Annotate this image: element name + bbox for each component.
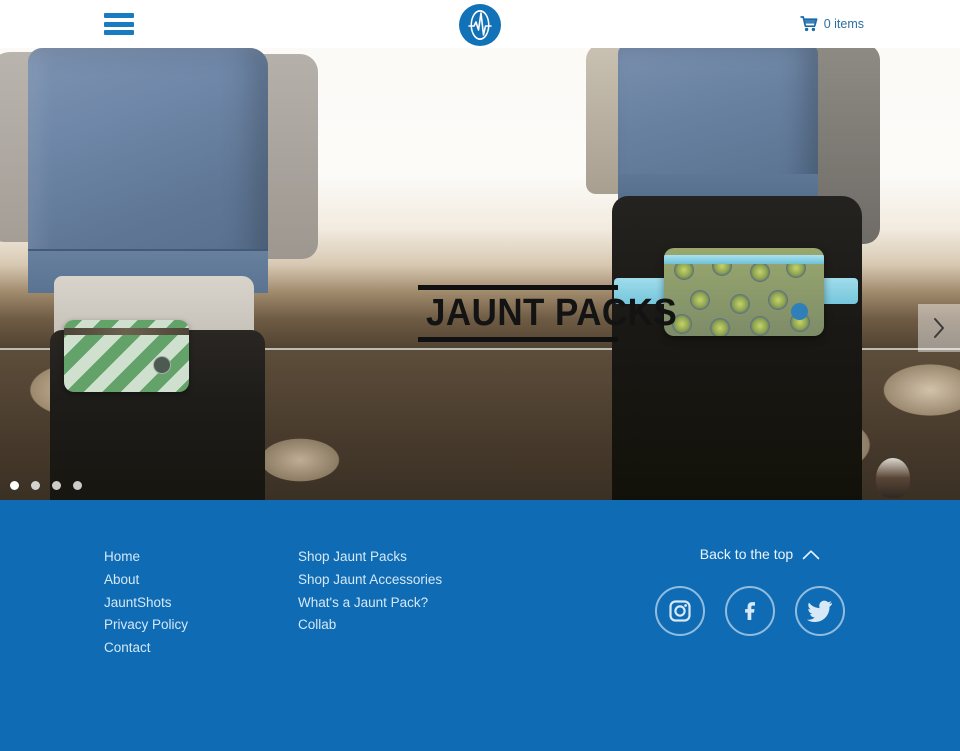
shopping-cart-icon <box>800 16 818 32</box>
chevron-up-icon <box>802 549 820 559</box>
denim-jacket <box>28 48 268 293</box>
instagram-icon <box>669 600 691 622</box>
footer-link-jauntshots[interactable]: JauntShots <box>104 592 298 615</box>
footer-column-primary: Home About JauntShots Privacy Policy Con… <box>104 546 298 660</box>
pack-zipper <box>664 255 824 264</box>
footer-link-privacy-policy[interactable]: Privacy Policy <box>104 614 298 637</box>
person-right <box>586 48 960 500</box>
carousel-dots <box>10 481 82 490</box>
hamburger-bar <box>104 13 134 18</box>
floral-fanny-pack <box>664 248 824 336</box>
jaunt-pulse-logo-icon[interactable] <box>459 4 501 46</box>
denim-jacket <box>618 48 818 204</box>
hero-slide-image <box>0 48 960 500</box>
back-to-top-wrapper: Back to the top <box>665 546 855 564</box>
hamburger-bar <box>104 30 134 35</box>
social-link-facebook[interactable] <box>725 586 775 636</box>
green-fanny-pack <box>64 320 189 392</box>
carousel-next-button[interactable] <box>918 304 960 352</box>
twitter-icon <box>807 600 832 623</box>
footer-column-shop: Shop Jaunt Packs Shop Jaunt Accessories … <box>298 546 558 660</box>
facebook-icon <box>745 602 755 620</box>
footer-link-shop-jaunt-packs[interactable]: Shop Jaunt Packs <box>298 546 558 569</box>
footer-link-contact[interactable]: Contact <box>104 637 298 660</box>
back-to-top-button[interactable]: Back to the top <box>700 546 820 562</box>
hero-slide-title: JAUNT PACKS <box>426 292 678 334</box>
footer-link-about[interactable]: About <box>104 569 298 592</box>
social-links <box>655 586 845 636</box>
pack-zipper <box>64 328 189 335</box>
hero-rule-bottom <box>418 336 618 342</box>
footer-link-shop-jaunt-accessories[interactable]: Shop Jaunt Accessories <box>298 569 558 592</box>
hamburger-bar <box>104 21 134 27</box>
cart-item-count: 0 items <box>823 17 864 31</box>
pack-logo-badge <box>153 356 171 374</box>
carousel-dot-4[interactable] <box>73 481 82 490</box>
hamburger-menu-icon[interactable] <box>104 13 134 35</box>
carousel-dot-3[interactable] <box>52 481 61 490</box>
carousel-dot-1[interactable] <box>10 481 19 490</box>
black-leggings <box>612 196 862 500</box>
hero-title-block: JAUNT PACKS <box>418 285 678 342</box>
hero-carousel: JAUNT PACKS <box>0 48 960 500</box>
site-footer: Home About JauntShots Privacy Policy Con… <box>0 500 960 751</box>
back-to-top-label: Back to the top <box>699 546 794 562</box>
social-link-instagram[interactable] <box>655 586 705 636</box>
chevron-right-icon <box>934 318 944 338</box>
footer-link-whats-a-jaunt-pack[interactable]: What's a Jaunt Pack? <box>298 592 558 615</box>
carousel-dot-2[interactable] <box>31 481 40 490</box>
dog <box>876 458 910 498</box>
pack-logo-badge <box>791 303 808 320</box>
footer-link-columns: Home About JauntShots Privacy Policy Con… <box>104 546 558 660</box>
person-left <box>0 48 320 500</box>
site-header: 0 items <box>0 0 960 48</box>
cart-link[interactable]: 0 items <box>800 16 864 32</box>
social-link-twitter[interactable] <box>795 586 845 636</box>
footer-link-home[interactable]: Home <box>104 546 298 569</box>
footer-link-collab[interactable]: Collab <box>298 614 558 637</box>
